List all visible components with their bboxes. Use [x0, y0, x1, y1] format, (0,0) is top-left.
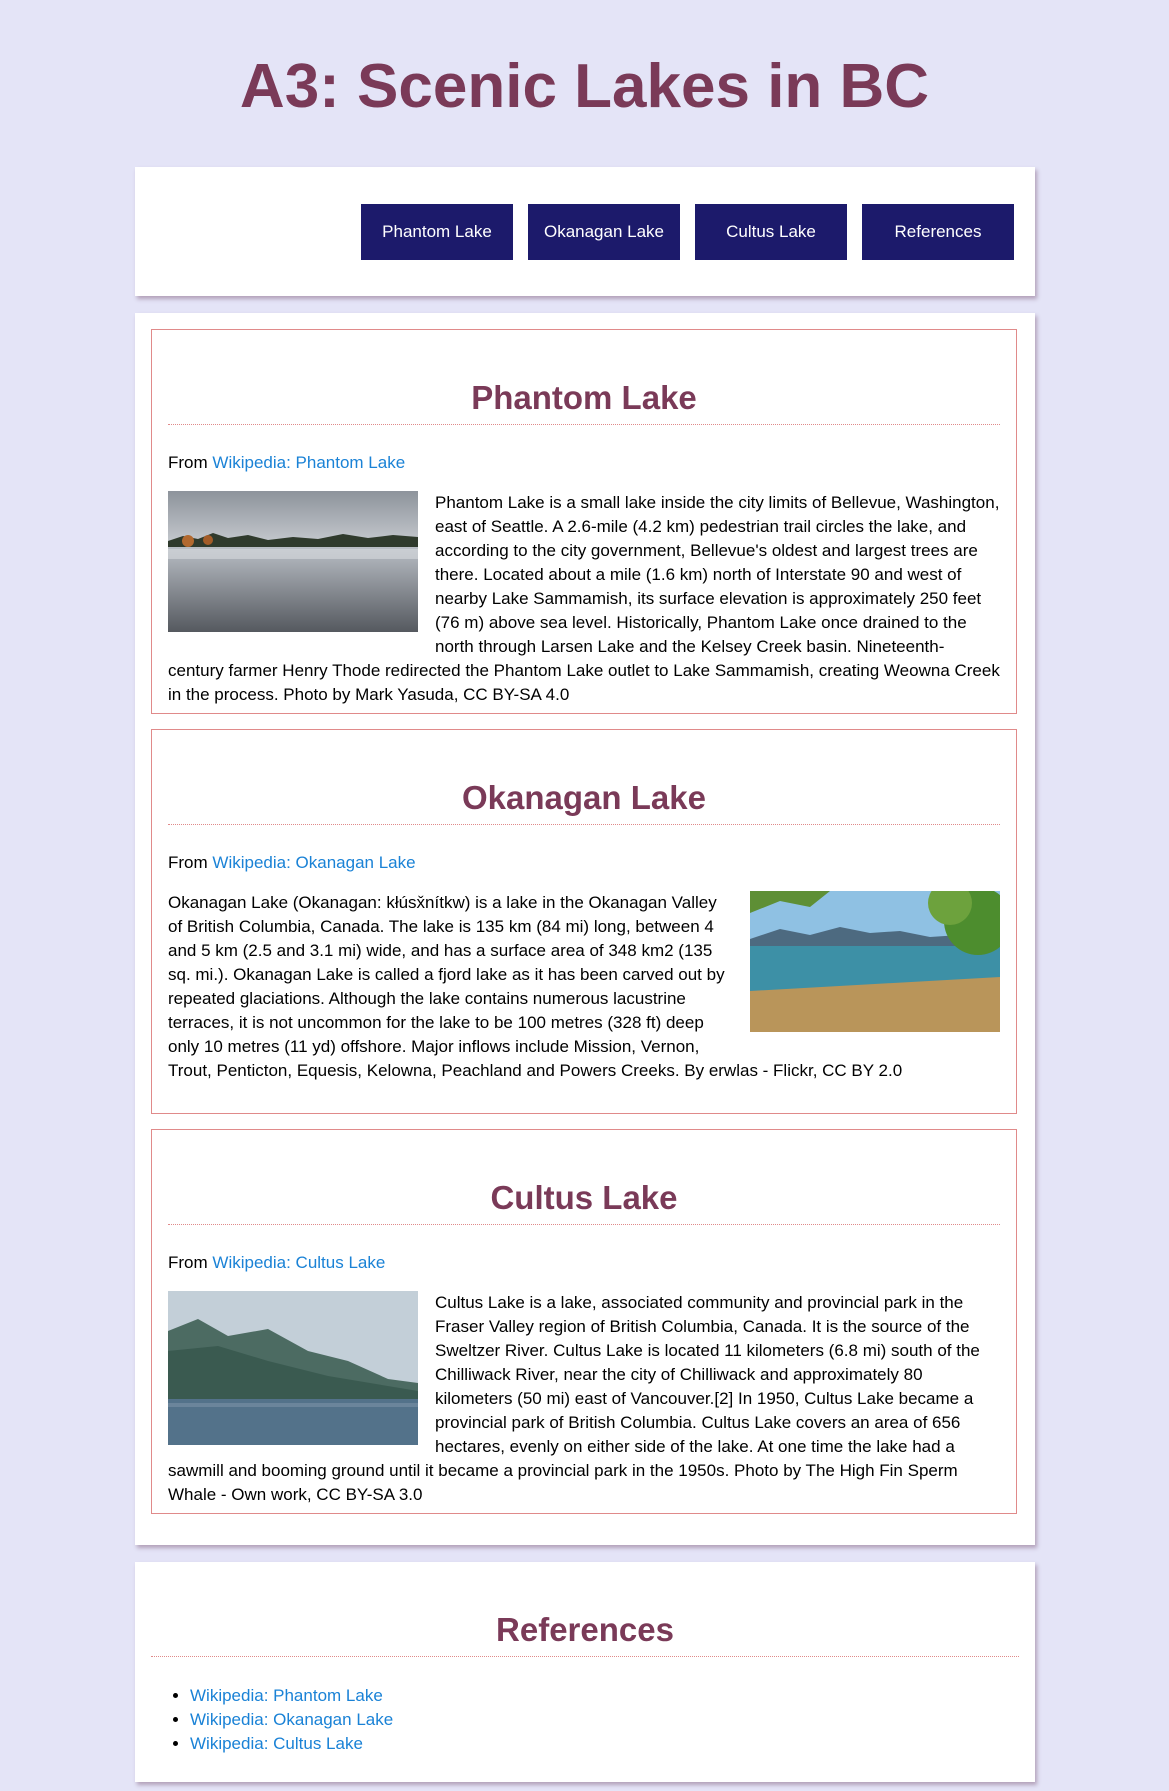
- source-prefix: From: [168, 453, 208, 472]
- lake-description-block: Cultus Lake is a lake, associated commun…: [168, 1291, 1000, 1507]
- list-item: Wikipedia: Phantom Lake: [190, 1684, 1035, 1708]
- source-link-okanagan-lake[interactable]: Wikipedia: Okanagan Lake: [212, 853, 415, 872]
- list-item: Wikipedia: Okanagan Lake: [190, 1708, 1035, 1732]
- section-title-cultus-lake: Cultus Lake: [168, 1176, 1000, 1225]
- references-title: References: [151, 1608, 1019, 1657]
- section-okanagan-lake: Okanagan Lake From Wikipedia: Okanagan L…: [151, 729, 1017, 1114]
- section-cultus-lake: Cultus Lake From Wikipedia: Cultus Lake …: [151, 1129, 1017, 1514]
- navigation-bar: Phantom Lake Okanagan Lake Cultus Lake R…: [135, 167, 1035, 296]
- reference-link-phantom-lake[interactable]: Wikipedia: Phantom Lake: [190, 1686, 383, 1705]
- nav-button-okanagan-lake[interactable]: Okanagan Lake: [528, 204, 680, 260]
- phantom-lake-photo: [168, 491, 418, 632]
- section-title-phantom-lake: Phantom Lake: [168, 376, 1000, 425]
- source-line: From Wikipedia: Cultus Lake: [168, 1252, 1000, 1274]
- list-item: Wikipedia: Cultus Lake: [190, 1732, 1035, 1756]
- nav-button-cultus-lake[interactable]: Cultus Lake: [695, 204, 847, 260]
- nav-button-phantom-lake[interactable]: Phantom Lake: [361, 204, 513, 260]
- main-content: Phantom Lake From Wikipedia: Phantom Lak…: [135, 313, 1035, 1545]
- nav-button-references[interactable]: References: [862, 204, 1014, 260]
- okanagan-lake-photo: [750, 891, 1000, 1032]
- source-link-phantom-lake[interactable]: Wikipedia: Phantom Lake: [212, 453, 405, 472]
- references-panel: References Wikipedia: Phantom Lake Wikip…: [135, 1562, 1035, 1782]
- page-title: A3: Scenic Lakes in BC: [239, 52, 930, 121]
- reference-link-cultus-lake[interactable]: Wikipedia: Cultus Lake: [190, 1734, 363, 1753]
- nav-button-group: Phantom Lake Okanagan Lake Cultus Lake R…: [361, 204, 1014, 260]
- source-line: From Wikipedia: Phantom Lake: [168, 452, 1000, 474]
- section-title-okanagan-lake: Okanagan Lake: [168, 776, 1000, 825]
- cultus-lake-photo: [168, 1291, 418, 1445]
- lake-description-block: Okanagan Lake (Okanagan: kłúsx̌nítkw) is…: [168, 891, 1000, 1083]
- source-link-cultus-lake[interactable]: Wikipedia: Cultus Lake: [212, 1253, 385, 1272]
- source-prefix: From: [168, 1253, 208, 1272]
- source-prefix: From: [168, 853, 208, 872]
- section-phantom-lake: Phantom Lake From Wikipedia: Phantom Lak…: [151, 329, 1017, 714]
- lake-description-block: Phantom Lake is a small lake inside the …: [168, 491, 1000, 707]
- references-list: Wikipedia: Phantom Lake Wikipedia: Okana…: [135, 1684, 1035, 1756]
- reference-link-okanagan-lake[interactable]: Wikipedia: Okanagan Lake: [190, 1710, 393, 1729]
- source-line: From Wikipedia: Okanagan Lake: [168, 852, 1000, 874]
